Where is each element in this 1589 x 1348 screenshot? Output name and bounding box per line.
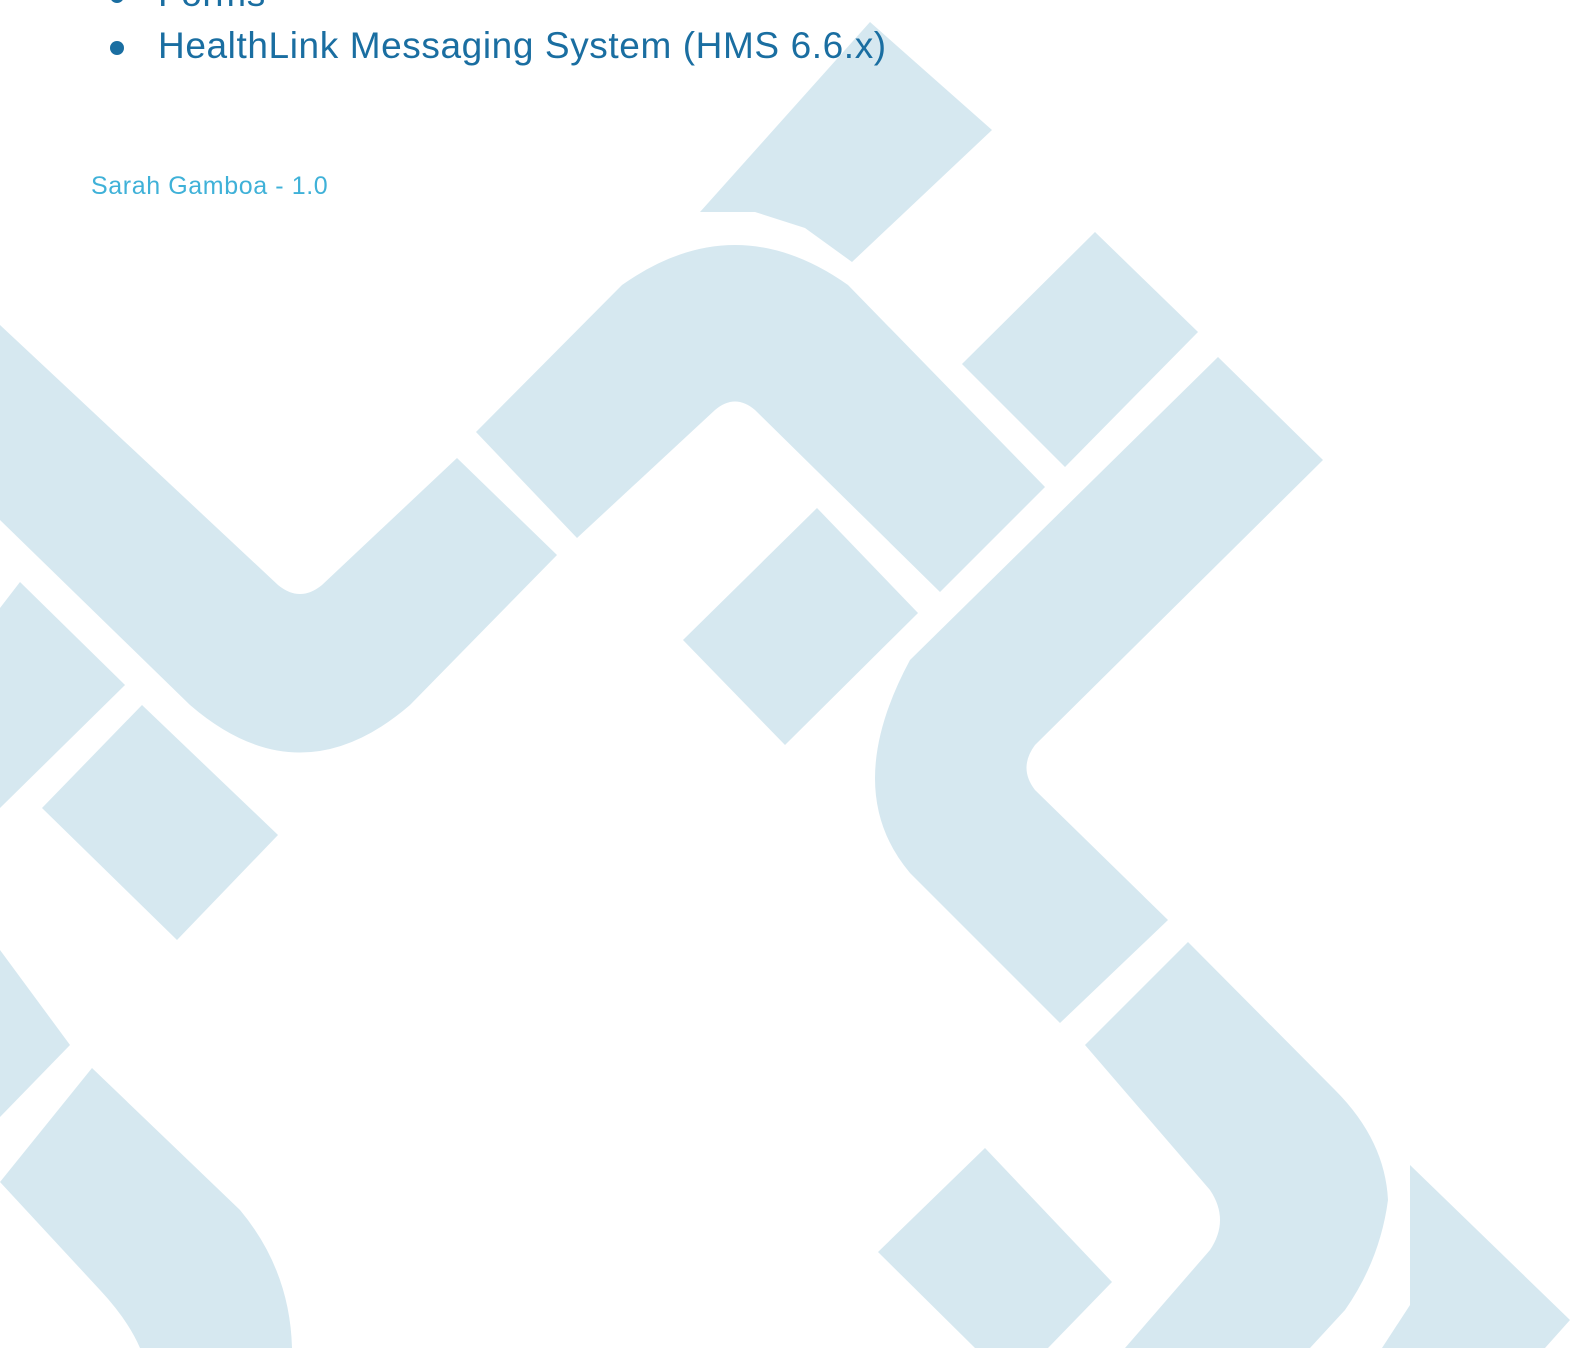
list-item-label: HealthLink Messaging System (HMS 6.6.x) xyxy=(158,25,887,66)
list-item: Forms xyxy=(108,0,887,20)
bullet-dot-icon xyxy=(110,41,124,55)
bullet-list: Forms HealthLink Messaging System (HMS 6… xyxy=(108,0,887,72)
author-version: Sarah Gamboa - 1.0 xyxy=(91,172,329,200)
bullet-dot-icon xyxy=(110,0,124,3)
document-page: Forms HealthLink Messaging System (HMS 6… xyxy=(0,0,1589,1348)
list-item: HealthLink Messaging System (HMS 6.6.x) xyxy=(108,20,887,72)
list-item-label: Forms xyxy=(158,0,266,14)
